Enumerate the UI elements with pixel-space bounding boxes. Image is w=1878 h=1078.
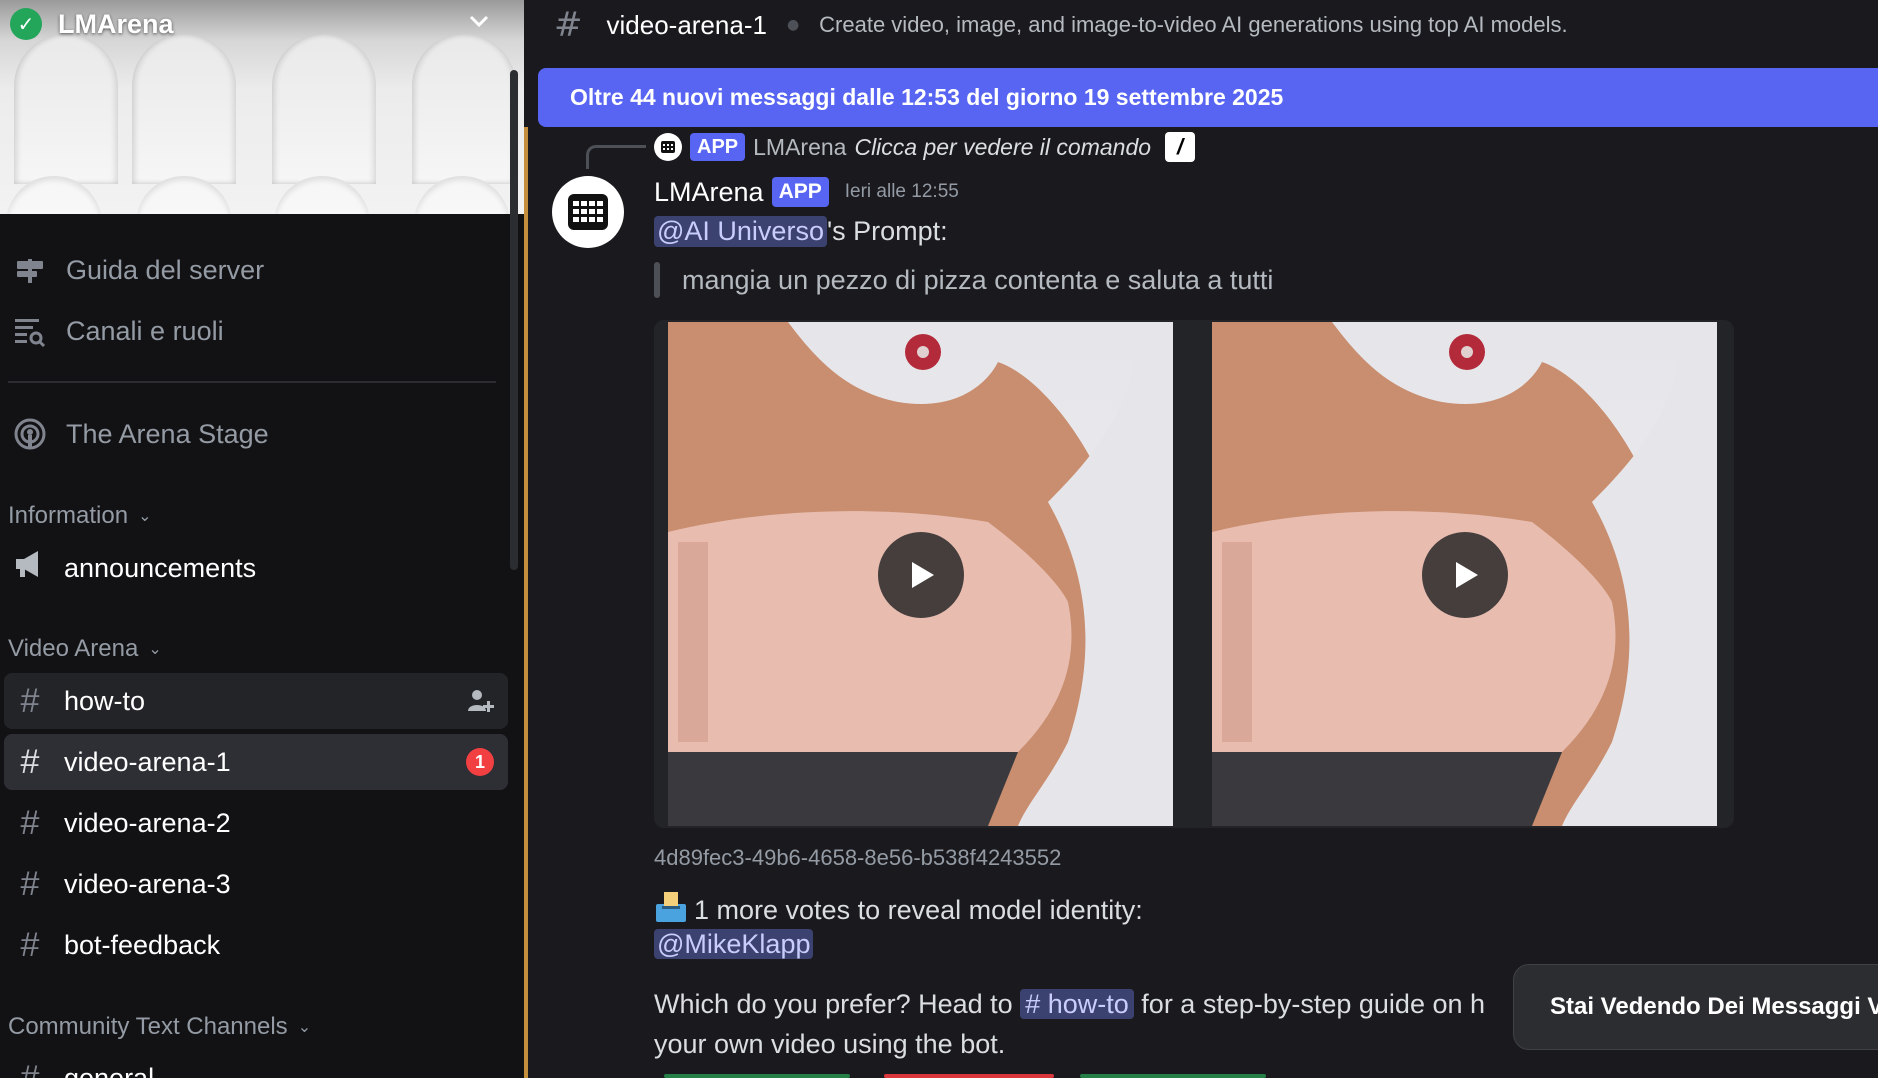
hash-icon: # [20,864,40,903]
viewing-old-messages-toast[interactable]: Stai Vedendo Dei Messaggi Ve [1513,964,1878,1050]
votes-line: 1 more votes to reveal model identity: [654,890,1143,931]
message-timestamp[interactable]: Ieri alle 12:55 [845,181,959,203]
reply-author[interactable]: LMArena [753,134,846,161]
megaphone-icon [8,549,52,588]
stage-channel[interactable]: The Arena Stage [8,406,508,462]
prompt-quote: mangia un pezzo di pizza contenta e salu… [654,262,1273,298]
voter-mention-line: @MikeKlapp [654,929,814,960]
channel-label: general [64,1062,155,1078]
reply-reference[interactable]: APP LMArena Clicca per vedere il comando… [654,130,1196,164]
channel-label: video-arena-2 [64,807,231,838]
category-label: Community Text Channels [8,1013,288,1040]
channel-announcements[interactable]: announcements [4,540,508,596]
channel-bot-feedback[interactable]: # bot-feedback [4,917,508,973]
chevron-down-icon: ⌄ [297,1019,312,1036]
new-messages-text: Oltre 44 nuovi messaggi dalle 12:53 del … [570,84,1284,110]
server-header[interactable]: ✓ LMArena [0,0,524,48]
stage-label: The Arena Stage [66,418,269,449]
channel-topic[interactable]: Create video, image, and image-to-video … [819,12,1567,38]
channels-browse-icon [8,315,52,347]
unread-badge: 1 [466,748,494,776]
channel-video-arena-2[interactable]: # video-arena-2 [4,795,508,851]
prompt-label: 's Prompt: [826,216,948,246]
signpost-icon [8,255,52,285]
category-video-arena[interactable]: Video Arena ⌄ [8,635,162,663]
category-label: Video Arena [8,635,139,662]
slash-command-icon: / [1165,132,1196,162]
category-information[interactable]: Information ⌄ [8,502,151,530]
server-guide-link[interactable]: Guida del server [8,242,508,298]
hash-icon: # [554,5,583,45]
chat-area: # video-arena-1 ● Create video, image, a… [524,0,1878,1078]
message-header: LMArena APP Ieri alle 12:55 [654,172,959,212]
hash-icon: # [20,925,40,964]
separator-dot: ● [786,17,800,33]
reply-connector [586,145,646,169]
play-button[interactable] [1422,532,1508,618]
stage-icon [8,417,52,451]
hash-icon: # [20,681,40,720]
video-attachment-b[interactable] [1212,322,1717,826]
hash-icon: # [20,1058,40,1078]
ballot-box-icon [654,890,688,931]
channel-video-arena-1[interactable]: # video-arena-1 1 [4,734,508,790]
video-gallery [654,320,1734,828]
mention-highlight-bar [524,127,528,1078]
channel-label: video-arena-1 [64,746,231,777]
sidebar-scrollbar[interactable] [510,70,518,570]
avatar[interactable] [552,176,624,248]
user-mention[interactable]: @MikeKlapp [654,929,814,959]
channel-how-to[interactable]: # how-to [4,673,508,729]
quote-text: mangia un pezzo di pizza contenta e salu… [682,264,1274,295]
invite-member-icon[interactable] [466,687,494,722]
new-messages-bar[interactable]: Oltre 44 nuovi messaggi dalle 12:53 del … [538,68,1878,127]
bot-avatar-small [654,133,682,161]
channels-roles-label: Canali e ruoli [66,315,224,346]
sidebar-divider [8,381,496,383]
toast-text: Stai Vedendo Dei Messaggi Ve [1550,993,1878,1020]
channels-roles-link[interactable]: Canali e ruoli [8,303,508,359]
channel-label: announcements [64,552,257,583]
app-tag: APP [771,177,829,207]
chevron-down-icon: ⌄ [138,508,152,525]
hash-icon: # [20,742,40,781]
channel-mention-how-to[interactable]: # how-to [1020,989,1134,1019]
chevron-down-icon[interactable] [468,10,490,38]
channel-header: # video-arena-1 ● Create video, image, a… [524,0,1878,50]
prefer-text-before: Which do you prefer? Head to [654,989,1013,1019]
user-mention[interactable]: @AI Universo [654,216,827,247]
prompt-line: @AI Universo 's Prompt: [654,216,948,247]
verified-check-icon: ✓ [10,8,42,40]
chevron-down-icon: ⌄ [148,641,162,658]
channel-label: how-to [64,685,146,716]
reply-text[interactable]: Clicca per vedere il comando [854,134,1151,161]
video-attachment-a[interactable] [668,322,1173,826]
quote-bar [654,262,660,298]
prefer-text-after: for a step-by-step guide on h [1141,989,1486,1019]
channel-general[interactable]: # general [4,1050,508,1078]
generation-id: 4d89fec3-49b6-4658-8e56-b538f4243552 [654,845,1062,870]
app-tag: APP [690,133,746,161]
message-author[interactable]: LMArena [654,177,764,208]
channel-video-arena-3[interactable]: # video-arena-3 [4,856,508,912]
channel-label: bot-feedback [64,929,221,960]
vote-button-c[interactable] [1080,1074,1266,1078]
votes-text: 1 more votes to reveal model identity: [694,895,1143,925]
channel-title: video-arena-1 [606,9,767,40]
server-name: LMArena [58,8,174,39]
server-sidebar: ✓ LMArena Guida del server Canali e ruol… [0,0,524,1078]
channel-label: video-arena-3 [64,868,231,899]
vote-button-b[interactable] [884,1074,1054,1078]
hash-icon: # [20,803,40,842]
vote-button-a[interactable] [664,1074,850,1078]
category-community-text[interactable]: Community Text Channels ⌄ [8,1013,311,1041]
play-button[interactable] [878,532,964,618]
prefer-text-line2: your own video using the bot. [654,1029,1006,1059]
server-guide-label: Guida del server [66,254,265,285]
category-label: Information [8,502,129,529]
